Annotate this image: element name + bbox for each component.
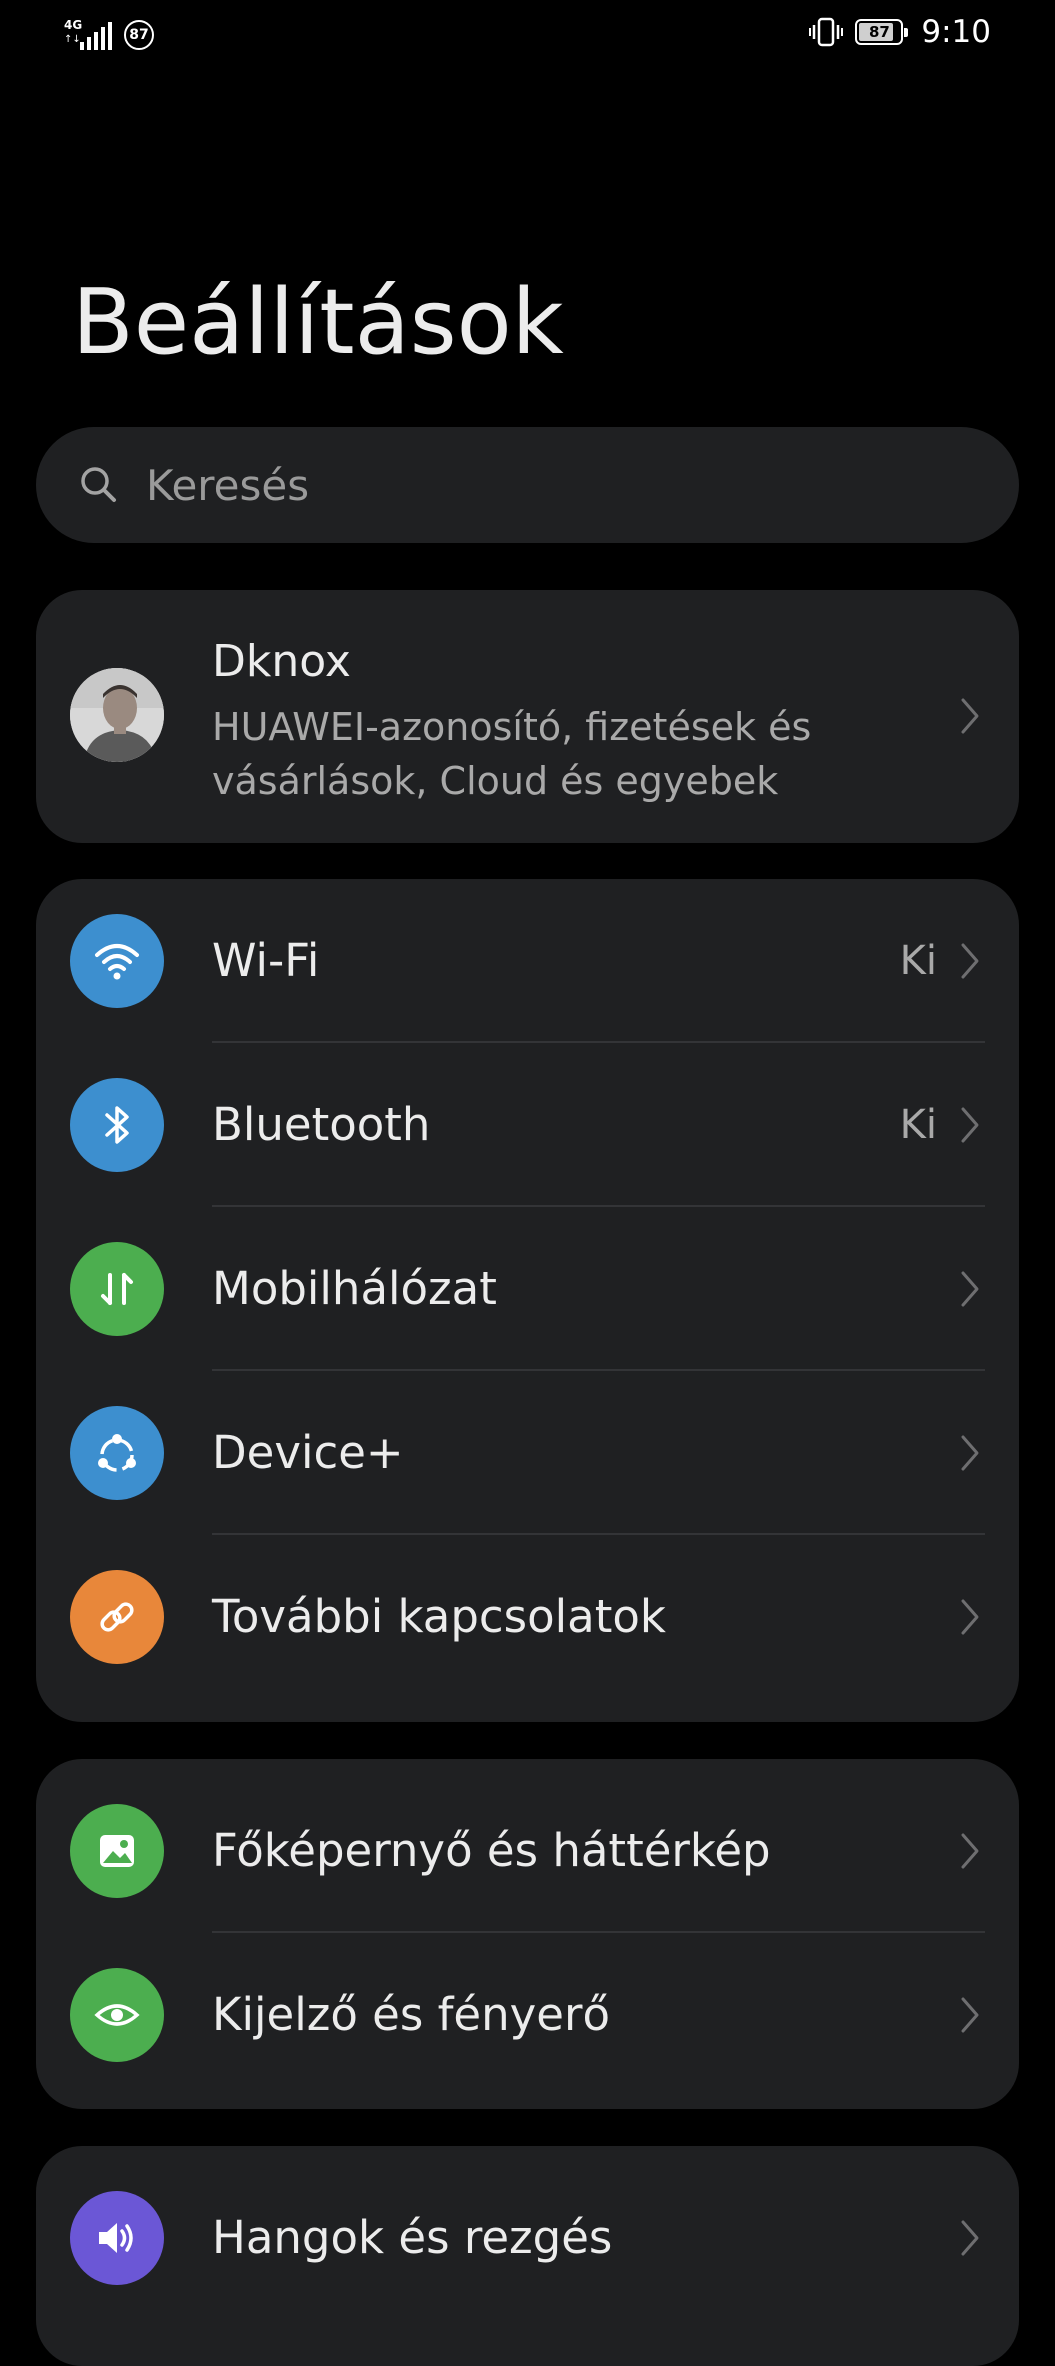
chevron-right-icon xyxy=(959,696,981,736)
settings-item-value: Ki xyxy=(899,1102,937,1148)
settings-item-home-wallpaper[interactable]: Főképernyő és háttérkép xyxy=(36,1769,1019,1933)
link-icon xyxy=(70,1570,164,1664)
status-bar-right: 87 9:10 xyxy=(809,14,991,50)
settings-item-bluetooth[interactable]: Bluetooth Ki xyxy=(36,1043,1019,1207)
search-input[interactable] xyxy=(144,459,848,511)
page-title: Beállítások xyxy=(72,270,564,375)
chevron-right-icon xyxy=(959,941,981,981)
settings-item-label: Bluetooth xyxy=(212,1098,431,1151)
chevron-right-icon xyxy=(959,1269,981,1309)
settings-item-mobile-network[interactable]: Mobilhálózat xyxy=(36,1207,1019,1371)
display-card: Főképernyő és háttérkép Kijelző és fénye… xyxy=(36,1759,1019,2109)
sound-card: Hangok és rezgés xyxy=(36,2146,1019,2366)
chevron-right-icon xyxy=(959,1597,981,1637)
settings-item-label: Főképernyő és háttérkép xyxy=(212,1824,771,1877)
settings-item-device-plus[interactable]: Device+ xyxy=(36,1371,1019,1535)
search-bar[interactable] xyxy=(36,427,1019,543)
chevron-right-icon xyxy=(959,1433,981,1473)
chevron-right-icon xyxy=(959,2218,981,2258)
mobile-data-icon xyxy=(70,1242,164,1336)
vibrate-icon xyxy=(809,15,844,49)
search-icon xyxy=(76,462,122,508)
settings-item-more-connections[interactable]: További kapcsolatok xyxy=(36,1535,1019,1699)
settings-item-display-brightness[interactable]: Kijelző és fényerő xyxy=(36,1933,1019,2097)
wallpaper-icon xyxy=(70,1804,164,1898)
chevron-right-icon xyxy=(959,1105,981,1145)
eye-icon xyxy=(70,1968,164,2062)
clock: 9:10 xyxy=(921,14,991,50)
wifi-icon xyxy=(70,914,164,1008)
settings-item-label: Hangok és rezgés xyxy=(212,2211,613,2264)
settings-item-label: Device+ xyxy=(212,1426,404,1479)
account-description: HUAWEI-azonosító, fizetések és vásárláso… xyxy=(212,705,812,803)
bluetooth-icon xyxy=(70,1078,164,1172)
battery-level: 87 xyxy=(868,23,890,41)
account-name: Dknox xyxy=(212,636,351,687)
status-bar-left: 4G ↑↓ 87 xyxy=(64,18,154,52)
speaker-icon xyxy=(70,2191,164,2285)
account-card[interactable]: Dknox HUAWEI-azonosító, fizetések és vás… xyxy=(36,590,1019,843)
notification-badge: 87 xyxy=(124,20,154,50)
settings-item-label: További kapcsolatok xyxy=(212,1590,666,1643)
chevron-right-icon xyxy=(959,1831,981,1871)
status-bar: 4G ↑↓ 87 87 9:10 xyxy=(0,0,1055,72)
settings-item-label: Wi-Fi xyxy=(212,934,320,987)
settings-item-value: Ki xyxy=(899,938,937,984)
network-activity: ↑↓ xyxy=(64,34,81,45)
settings-item-wifi[interactable]: Wi-Fi Ki xyxy=(36,879,1019,1043)
chevron-right-icon xyxy=(959,1995,981,2035)
settings-item-sounds-vibration[interactable]: Hangok és rezgés xyxy=(36,2156,1019,2320)
settings-item-label: Kijelző és fényerő xyxy=(212,1988,610,2041)
battery-icon: 87 xyxy=(855,19,909,45)
signal-bars xyxy=(80,22,112,50)
signal-icon: 4G ↑↓ xyxy=(64,18,114,52)
settings-item-label: Mobilhálózat xyxy=(212,1262,497,1315)
connections-card: Wi-Fi Ki Bluetooth Ki Mobilhálózat Devic… xyxy=(36,879,1019,1722)
device-plus-icon xyxy=(70,1406,164,1500)
avatar xyxy=(70,668,164,762)
